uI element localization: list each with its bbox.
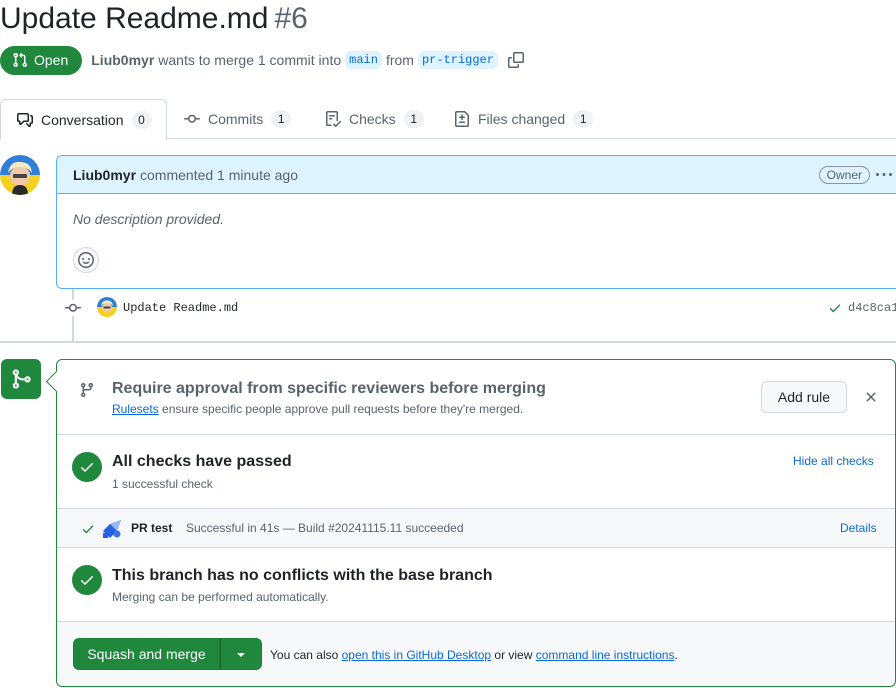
base-branch[interactable]: main — [345, 51, 382, 69]
checks-count: 1 successful check — [112, 477, 213, 491]
pr-title: Update Readme.md — [0, 2, 269, 35]
merge-text: wants to merge 1 commit into — [158, 52, 342, 68]
check-name: PR test — [131, 521, 173, 535]
check-circle-icon — [72, 565, 102, 595]
dismiss-button[interactable] — [863, 389, 879, 408]
tab-commits[interactable]: Commits 1 — [184, 99, 292, 139]
command-line-link[interactable]: command line instructions — [536, 648, 675, 662]
conflicts-status: This branch has no conflicts with the ba… — [57, 548, 895, 622]
tab-checks[interactable]: Checks 1 — [325, 99, 424, 139]
head-branch[interactable]: pr-trigger — [417, 51, 498, 69]
squash-and-merge-button[interactable]: Squash and merge — [73, 638, 220, 670]
tab-conversation[interactable]: Conversation 0 — [0, 99, 167, 140]
ruleset-title: Require approval from specific reviewers… — [112, 380, 546, 397]
ruleset-text: ensure specific people approve pull requ… — [162, 402, 524, 416]
owner-badge: Owner — [818, 166, 870, 184]
open-desktop-link[interactable]: open this in GitHub Desktop — [342, 648, 491, 662]
tab-label: Commits — [208, 111, 264, 127]
copy-icon — [507, 52, 524, 68]
conflicts-subtitle: Merging can be performed automatically. — [112, 590, 329, 604]
ruleset-description: Rulesets ensure specific people approve … — [112, 402, 523, 416]
comment-timestamp: commented 1 minute ago — [140, 166, 298, 183]
ruleset-suggestion: Require approval from specific reviewers… — [57, 360, 895, 435]
status-badge: Open — [0, 45, 83, 75]
commit-author-avatar[interactable] — [97, 297, 117, 317]
merge-summary: Liub0myr wants to merge 1 commit into ma… — [91, 51, 524, 69]
add-reaction-button[interactable] — [73, 247, 99, 273]
checks-title: All checks have passed — [112, 453, 292, 470]
tab-label: Conversation — [41, 111, 124, 128]
check-row: PR test Successful in 41s — Build #20241… — [57, 509, 895, 548]
commit-sha-link[interactable]: d4c8ca1 — [848, 301, 896, 315]
add-rule-button[interactable]: Add rule — [761, 381, 847, 413]
comment-body: No description provided. — [73, 211, 224, 227]
status-label: Open — [34, 52, 69, 68]
comment-header: Liub0myr commented 1 minute ago — [57, 156, 896, 194]
merge-method-dropdown[interactable] — [220, 638, 262, 670]
tab-counter: 0 — [131, 110, 152, 129]
rulesets-link[interactable]: Rulesets — [112, 402, 159, 416]
kebab-horizontal-icon — [876, 173, 892, 176]
alternative-merge-text: You can also open this in GitHub Desktop… — [270, 648, 678, 662]
commit-node — [64, 300, 82, 316]
copy-branch-button[interactable] — [507, 52, 524, 68]
file-diff-icon — [455, 111, 469, 127]
comment-options-button[interactable] — [872, 164, 896, 186]
close-icon — [866, 392, 876, 402]
check-icon — [81, 522, 95, 539]
tab-counter: 1 — [573, 110, 594, 128]
comment-discussion-icon — [17, 112, 33, 127]
avatar[interactable] — [0, 155, 40, 195]
git-merge-icon — [1, 359, 41, 399]
pr-number: #6 — [274, 2, 308, 35]
period-text: . — [674, 648, 678, 662]
merge-actions: Squash and merge You can also open this … — [57, 622, 895, 686]
tab-label: Files changed — [478, 111, 566, 127]
azure-pipelines-icon — [101, 518, 123, 540]
or-view-text: or view — [494, 648, 533, 662]
comment-card: Liub0myr commented 1 minute ago Owner No… — [56, 155, 896, 289]
also-text: You can also — [270, 648, 339, 662]
check-icon[interactable] — [828, 301, 842, 315]
check-circle-icon — [72, 452, 102, 482]
tab-counter: 1 — [403, 110, 424, 128]
squash-merge-group: Squash and merge — [73, 638, 262, 670]
tab-counter: 1 — [271, 110, 292, 128]
commit-sha: d4c8ca1 — [828, 301, 896, 315]
merge-box: Require approval from specific reviewers… — [56, 359, 896, 687]
from-text: from — [385, 52, 414, 68]
check-description: Successful in 41s — Build #20241115.11 s… — [186, 521, 464, 535]
check-details-link[interactable]: Details — [840, 521, 877, 535]
pr-tabs: Conversation 0 Commits 1 Checks 1 Files … — [0, 99, 896, 140]
triangle-down-icon — [237, 653, 245, 657]
conflicts-title: This branch has no conflicts with the ba… — [112, 567, 493, 584]
git-pull-request-icon — [13, 52, 28, 68]
pr-title-row: Update Readme.md #6 — [0, 0, 308, 40]
tab-files-changed[interactable]: Files changed 1 — [454, 99, 594, 139]
commit-message-link[interactable]: Update Readme.md — [123, 301, 238, 315]
tab-label: Checks — [349, 111, 396, 127]
git-branch-icon — [79, 382, 95, 401]
git-commit-icon — [65, 303, 81, 312]
pr-author-link[interactable]: Liub0myr — [91, 52, 154, 68]
checklist-icon — [326, 111, 341, 127]
checks-summary: All checks have passed 1 successful chec… — [57, 435, 895, 509]
smiley-icon — [78, 252, 94, 268]
comment-author[interactable]: Liub0myr — [73, 167, 136, 183]
hide-all-checks-button[interactable]: Hide all checks — [793, 454, 874, 468]
git-commit-icon — [184, 114, 200, 123]
timeline-divider — [0, 341, 896, 343]
pr-meta: Open Liub0myr wants to merge 1 commit in… — [0, 45, 524, 75]
